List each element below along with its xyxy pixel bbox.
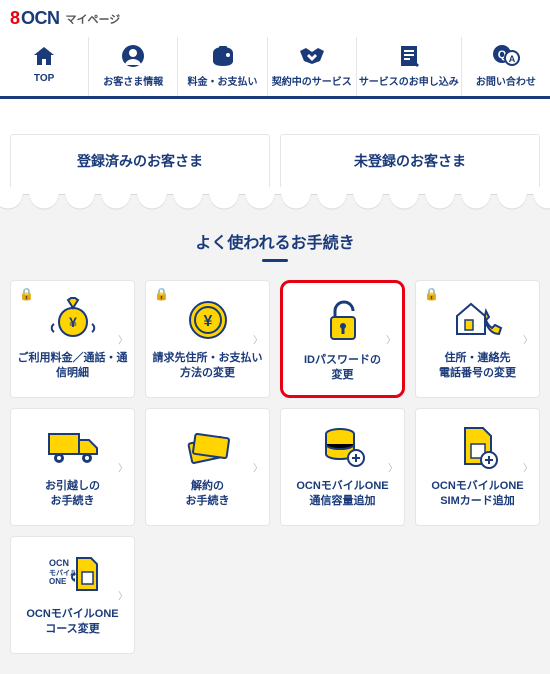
- chevron-right-icon: 〉: [388, 460, 398, 475]
- nav-label: TOP: [2, 73, 86, 84]
- house-phone-icon: [448, 295, 508, 343]
- title-underline: [262, 259, 288, 262]
- card-tickets[interactable]: 〉解約の お手続き: [145, 408, 270, 526]
- yen-coin-icon: ¥: [178, 295, 238, 343]
- card-label: OCNモバイルONE 通信容量追加: [296, 479, 388, 510]
- card-label: 請求先住所・お支払い 方法の変更: [153, 351, 263, 382]
- truck-icon: [43, 423, 103, 471]
- logo[interactable]: 8 OCN マイページ: [10, 8, 120, 29]
- tickets-icon: [178, 423, 238, 471]
- nav-label: 料金・お支払い: [180, 73, 264, 88]
- card-yen-coin[interactable]: 🔒 〉 ¥ 請求先住所・お支払い 方法の変更: [145, 280, 270, 398]
- procedures-section: よく使われるお手続き 🔒 〉 ¥ ご利用料金／通話・通 信明細 🔒 〉 ¥ 請求先住所・お支払…: [0, 217, 550, 674]
- nav-label: サービスのお申し込み: [359, 73, 459, 88]
- qa-icon: QA: [464, 43, 548, 69]
- nav-label: お客さま情報: [91, 73, 175, 88]
- procedure-cards: 🔒〉¥ご利用料金／通話・通 信明細🔒〉¥請求先住所・お支払い 方法の変更〉IDパ…: [10, 280, 540, 654]
- card-label: 住所・連絡先 電話番号の変更: [439, 351, 516, 382]
- nav-item-home[interactable]: TOP: [0, 37, 88, 96]
- handshake-icon: [270, 43, 354, 69]
- chevron-right-icon: 〉: [523, 332, 533, 347]
- lock-icon: 🔒: [19, 287, 34, 301]
- card-label: お引越しの お手続き: [45, 479, 100, 510]
- chevron-right-icon: 〉: [118, 460, 128, 475]
- db-plus-icon: [313, 423, 373, 471]
- card-label: OCNモバイルONE SIMカード追加: [431, 479, 523, 510]
- chevron-right-icon: 〉: [386, 332, 396, 347]
- svg-text:¥: ¥: [69, 314, 77, 330]
- form-icon: [359, 43, 459, 69]
- card-label: ご利用料金／通話・通 信明細: [18, 351, 128, 382]
- card-sim-plus[interactable]: 〉OCNモバイルONE SIMカード追加: [415, 408, 540, 526]
- nav-item-handshake[interactable]: 契約中のサービス: [267, 37, 356, 96]
- svg-text:¥: ¥: [203, 313, 212, 330]
- lock-icon: 🔒: [424, 287, 439, 301]
- card-padlock[interactable]: 〉 IDパスワードの 変更: [280, 280, 405, 398]
- sim-swap-icon: OCNモバイルONE: [43, 551, 103, 599]
- svg-text:ONE: ONE: [49, 577, 67, 586]
- lock-icon: 🔒: [154, 287, 169, 301]
- header: 8 OCN マイページ: [0, 0, 550, 37]
- section-title: よく使われるお手続き: [10, 229, 540, 253]
- wave-divider: [0, 187, 550, 217]
- sim-plus-icon: [448, 423, 508, 471]
- user-icon: [91, 43, 175, 69]
- chevron-right-icon: 〉: [253, 332, 263, 347]
- svg-text:A: A: [509, 54, 516, 64]
- chevron-right-icon: 〉: [523, 460, 533, 475]
- home-icon: [2, 43, 86, 69]
- nav-item-qa[interactable]: QA お問い合わせ: [461, 37, 550, 96]
- chevron-right-icon: 〉: [118, 332, 128, 347]
- nav-item-user[interactable]: お客さま情報: [88, 37, 177, 96]
- card-house-phone[interactable]: 🔒 〉住所・連絡先 電話番号の変更: [415, 280, 540, 398]
- nav-label: 契約中のサービス: [270, 73, 354, 88]
- page-title: マイページ: [66, 11, 121, 27]
- logo-mark-icon: 8: [10, 8, 19, 29]
- card-truck[interactable]: 〉お引越しの お手続き: [10, 408, 135, 526]
- wallet-icon: [180, 43, 264, 69]
- card-moneybag[interactable]: 🔒 〉 ¥ ご利用料金／通話・通 信明細: [10, 280, 135, 398]
- moneybag-icon: ¥: [43, 295, 103, 343]
- nav-item-wallet[interactable]: 料金・お支払い: [177, 37, 266, 96]
- card-label: OCNモバイルONE コース変更: [26, 607, 118, 638]
- card-db-plus[interactable]: 〉OCNモバイルONE 通信容量追加: [280, 408, 405, 526]
- padlock-icon: [313, 297, 373, 345]
- logo-brand: OCN: [21, 8, 60, 29]
- chevron-right-icon: 〉: [118, 588, 128, 603]
- nav-label: お問い合わせ: [464, 73, 548, 88]
- chevron-right-icon: 〉: [253, 460, 263, 475]
- top-nav: TOP お客さま情報料金・お支払い契約中のサービスサービスのお申し込み QA お問い合…: [0, 37, 550, 99]
- nav-item-form[interactable]: サービスのお申し込み: [356, 37, 461, 96]
- svg-text:OCN: OCN: [49, 558, 69, 568]
- card-label: 解約の お手続き: [186, 479, 230, 510]
- card-sim-swap[interactable]: 〉 OCNモバイルONE OCNモバイルONE コース変更: [10, 536, 135, 654]
- card-label: IDパスワードの 変更: [304, 353, 381, 384]
